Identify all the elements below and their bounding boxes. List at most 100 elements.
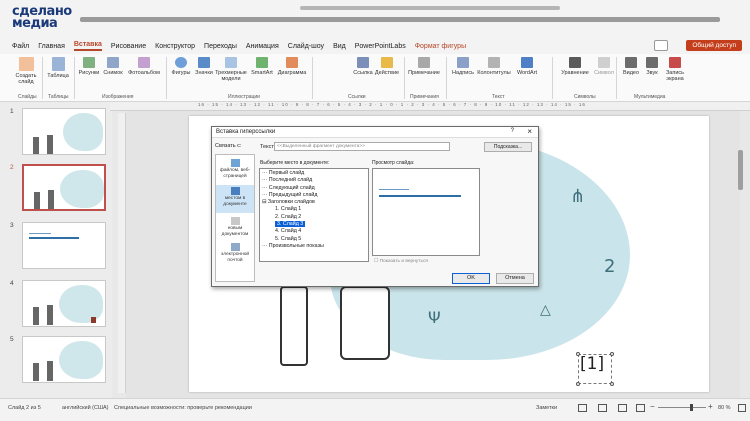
zoom-slider-thumb[interactable] [690, 404, 693, 411]
pictures-button[interactable]: Рисунки [78, 57, 100, 76]
tab-insert[interactable]: Вставка [73, 41, 102, 51]
normal-view-icon[interactable] [578, 404, 587, 412]
3d-models-label: Трехмерные модели [215, 70, 247, 82]
help-button[interactable]: ? [511, 128, 514, 134]
slideshow-view-icon[interactable] [636, 404, 645, 412]
comment-insert-button[interactable]: Примечание [406, 57, 442, 76]
slide-thumbnail-5[interactable] [22, 336, 106, 383]
document-place-icon [230, 187, 240, 195]
header-footer-button[interactable]: Колонтитулы [476, 57, 512, 76]
icons-label: Значки [195, 70, 213, 76]
comment-button[interactable] [654, 40, 668, 51]
tree-trunk-right[interactable] [340, 286, 390, 360]
preview-label: Просмотр слайда: [372, 160, 415, 166]
tab-draw[interactable]: Рисование [111, 43, 146, 50]
link-option-new-doc[interactable]: новым документом [216, 217, 254, 237]
zoom-slider[interactable] [658, 407, 706, 408]
tree-item[interactable]: ··· Произвольные показы [262, 243, 366, 250]
resize-handle[interactable] [610, 352, 614, 356]
tab-animation[interactable]: Анимация [246, 43, 279, 50]
share-button[interactable]: Общий доступ [686, 40, 742, 51]
tab-powerpointlabs[interactable]: PowerPointLabs [355, 43, 406, 50]
reading-view-icon[interactable] [618, 404, 627, 412]
slide-thumbnail-3[interactable] [22, 222, 106, 269]
zoom-in-icon[interactable]: + [708, 402, 713, 411]
link-option-place[interactable]: местом в документе [216, 185, 254, 213]
action-button[interactable]: Действие [374, 57, 400, 76]
resize-handle[interactable] [576, 382, 580, 386]
screen-recording-button[interactable]: Запись экрана [662, 57, 688, 82]
screentip-button[interactable]: Подсказка... [484, 142, 532, 152]
tree-slide-item[interactable]: 5. Слайд 5 [262, 236, 366, 243]
tree-slide-item[interactable]: 4. Слайд 4 [262, 228, 366, 235]
zoom-level[interactable]: 80 % [718, 405, 731, 411]
dialog-title: Вставка гиперссылки [216, 129, 276, 135]
place-label: Выберите место в документе: [260, 160, 330, 166]
screenshot-label: Снимок [103, 70, 123, 76]
show-and-return-checkbox[interactable]: ☐ Показать и вернуться [374, 259, 428, 264]
slide-number: 2 [10, 164, 14, 171]
shapes-button[interactable]: Фигуры [170, 57, 192, 76]
dialog-title-bar: Вставка гиперссылки ? × [212, 127, 538, 138]
logo: сделано медиа [12, 5, 72, 30]
video-button[interactable]: Видео [620, 57, 642, 76]
ribbon-separator [312, 57, 313, 99]
tab-home[interactable]: Главная [38, 43, 65, 50]
chart-button[interactable]: Диаграмма [276, 57, 308, 76]
smartart-button[interactable]: SmartArt [250, 57, 274, 76]
fit-to-window-icon[interactable] [738, 404, 746, 412]
link-option-label: файлом, веб-страницей [219, 168, 251, 179]
ribbon: Создать слайд Таблица Рисунки Снимок Фот… [0, 54, 750, 102]
language-indicator[interactable]: английский (США) [62, 405, 109, 411]
3d-models-button[interactable]: Трехмерные модели [214, 57, 248, 82]
resize-handle[interactable] [610, 382, 614, 386]
link-button[interactable]: Ссылка [352, 57, 374, 76]
slide-sorter-icon[interactable] [598, 404, 607, 412]
textbox-content[interactable]: [1] [580, 354, 604, 374]
ribbon-separator [42, 57, 43, 99]
tree-trunk-left[interactable] [280, 286, 308, 366]
accessibility-status[interactable]: Специальные возможности: проверьте реком… [114, 405, 252, 411]
search-bar[interactable] [300, 6, 560, 10]
notes-button[interactable]: Заметки [536, 405, 557, 411]
close-icon[interactable]: × [527, 127, 532, 136]
audio-button[interactable]: Звук [642, 57, 662, 76]
link-option-label: электронной почтой [220, 252, 250, 263]
tab-view[interactable]: Вид [333, 43, 346, 50]
tree-item[interactable]: ··· Следующий слайд [262, 185, 366, 192]
tree-item[interactable]: ··· Последний слайд [262, 177, 366, 184]
tab-transitions[interactable]: Переходы [204, 43, 237, 50]
wordart-button[interactable]: WordArt [514, 57, 540, 76]
zoom-out-icon[interactable]: − [650, 402, 655, 411]
slide-thumbnail-4[interactable] [22, 280, 106, 327]
cancel-button[interactable]: Отмена [496, 273, 534, 284]
slide-thumbnail-1[interactable] [22, 108, 106, 155]
table-button[interactable]: Таблица [46, 57, 70, 79]
link-option-email[interactable]: электронной почтой [216, 243, 254, 263]
screenshot-button[interactable]: Снимок [102, 57, 124, 76]
thumb-tree [33, 137, 39, 154]
show-and-return-label: Показать и вернуться [379, 259, 428, 264]
tree-slide-item[interactable]: 1. Слайд 1 [262, 206, 366, 213]
textbox-button[interactable]: Надпись [450, 57, 476, 76]
equation-button[interactable]: Уравнение [558, 57, 592, 76]
tab-slideshow[interactable]: Слайд-шоу [288, 43, 324, 50]
table-label: Таблица [47, 73, 69, 79]
place-tree[interactable]: ··· Первый слайд ··· Последний слайд ···… [259, 168, 369, 262]
tree-slide-item[interactable]: 2. Слайд 2 [262, 214, 366, 221]
link-option-file[interactable]: файлом, веб-страницей [216, 159, 254, 179]
tab-design[interactable]: Конструктор [155, 43, 195, 50]
new-slide-button[interactable]: Создать слайд [14, 57, 38, 85]
tab-file[interactable]: Файл [12, 43, 29, 50]
symbol-button[interactable]: Символ [592, 57, 616, 76]
tab-shape-format[interactable]: Формат фигуры [415, 43, 466, 50]
new-slide-label: Создать слайд [15, 73, 37, 85]
ok-button[interactable]: OK [452, 273, 490, 284]
slide-thumbnail-2[interactable] [22, 164, 106, 211]
equation-label: Уравнение [561, 70, 589, 76]
decor-triangle-icon: △ [540, 302, 551, 318]
text-input[interactable]: <<Выделенный фрагмент документа>> [274, 142, 450, 151]
photo-album-button[interactable]: Фотоальбом [126, 57, 162, 76]
icons-button[interactable]: Значки [193, 57, 215, 76]
vertical-scrollbar[interactable] [738, 150, 743, 190]
